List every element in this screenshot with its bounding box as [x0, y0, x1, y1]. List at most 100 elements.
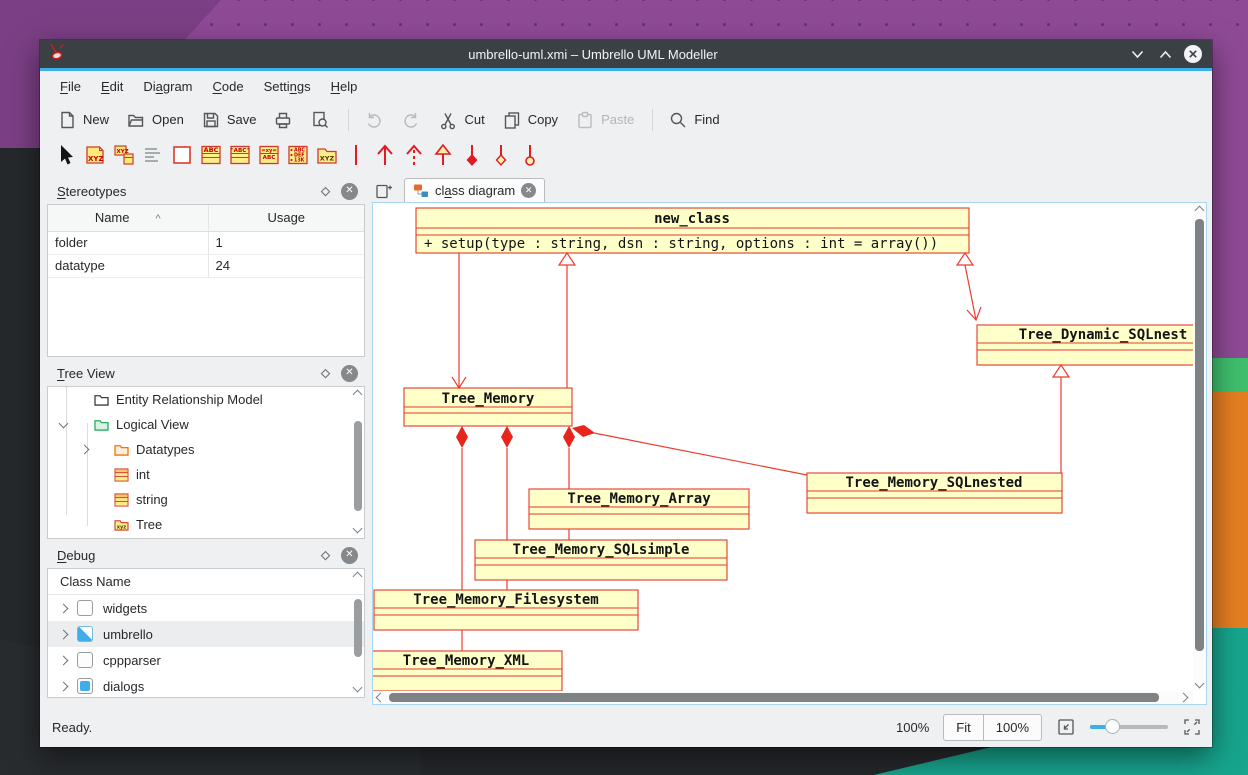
- class-box-tree-memory-xml[interactable]: Tree_Memory_XML: [373, 651, 562, 691]
- close-panel-icon[interactable]: ✕: [341, 183, 358, 200]
- scroll-right-icon[interactable]: [1179, 693, 1189, 703]
- tree-item-entity-relationship-model[interactable]: Entity Relationship Model: [48, 387, 364, 412]
- scrollbar-thumb[interactable]: [354, 599, 362, 657]
- class-tool[interactable]: ABC: [197, 141, 224, 168]
- close-panel-icon[interactable]: ✕: [341, 365, 358, 382]
- new-tab-button[interactable]: [372, 180, 396, 202]
- package-tool[interactable]: XYZ: [313, 141, 340, 168]
- debug-scrollbar[interactable]: [353, 571, 363, 695]
- float-panel-icon[interactable]: [319, 185, 332, 198]
- menu-edit[interactable]: Edit: [91, 74, 133, 99]
- expander-open-icon[interactable]: [59, 419, 69, 429]
- scrollbar-thumb[interactable]: [354, 421, 362, 511]
- new-button[interactable]: New: [50, 106, 116, 134]
- titlebar[interactable]: umbrello-uml.xmi – Umbrello UML Modeller: [40, 40, 1212, 68]
- open-button[interactable]: Open: [119, 106, 191, 134]
- class-box-tree-dynamic-sqlnest[interactable]: Tree_Dynamic_SQLnest: [977, 325, 1193, 365]
- scroll-up-icon[interactable]: [1195, 206, 1205, 216]
- debug-item-dialogs[interactable]: dialogs: [48, 673, 364, 698]
- column-header-usage[interactable]: Usage: [208, 205, 364, 231]
- class-box-tree-memory-filesystem[interactable]: Tree_Memory_Filesystem: [374, 590, 638, 630]
- select-tool[interactable]: [52, 141, 79, 168]
- menu-help[interactable]: Help: [321, 74, 368, 99]
- expander-closed-icon[interactable]: [80, 445, 90, 455]
- expander-closed-icon[interactable]: [59, 603, 69, 613]
- checkbox-unchecked[interactable]: [77, 652, 93, 668]
- association-tool[interactable]: [342, 141, 369, 168]
- menu-diagram[interactable]: Diagram: [133, 74, 202, 99]
- redo-button[interactable]: [394, 106, 428, 134]
- scrollbar-thumb[interactable]: [1195, 219, 1204, 651]
- canvas-vertical-scrollbar[interactable]: [1193, 203, 1206, 691]
- scroll-down-icon[interactable]: [353, 683, 363, 693]
- close-panel-icon[interactable]: ✕: [341, 547, 358, 564]
- scroll-down-icon[interactable]: [353, 524, 363, 534]
- scrollbar-thumb[interactable]: [389, 693, 1159, 702]
- checkbox-unchecked[interactable]: [77, 600, 93, 616]
- scroll-up-icon[interactable]: [353, 572, 363, 582]
- fullscreen-expand-icon[interactable]: [1182, 717, 1202, 737]
- minimize-button[interactable]: [1126, 43, 1148, 65]
- paste-button[interactable]: Paste: [568, 106, 641, 134]
- debug-column-header[interactable]: Class Name: [48, 569, 364, 595]
- text-tool[interactable]: [139, 141, 166, 168]
- zoom-slider[interactable]: [1090, 718, 1168, 736]
- maximize-button[interactable]: [1154, 43, 1176, 65]
- close-button[interactable]: [1182, 43, 1204, 65]
- datatype-tool[interactable]: =xy=ABC: [255, 141, 282, 168]
- anchor-tool[interactable]: [516, 141, 543, 168]
- generalization-tool[interactable]: [429, 141, 456, 168]
- column-header-name[interactable]: Name^: [48, 205, 208, 231]
- composition-treememory-sqlnested[interactable]: [594, 433, 807, 475]
- table-row[interactable]: folder1: [48, 231, 364, 254]
- generalization-treedynamic-newclass[interactable]: [965, 265, 976, 320]
- zoom-100-button[interactable]: 100%: [983, 715, 1041, 740]
- expander-closed-icon[interactable]: [59, 629, 69, 639]
- class-box-tree-memory-sqlnested[interactable]: Tree_Memory_SQLnested: [807, 473, 1062, 513]
- tree-item-logical-view[interactable]: Logical View: [48, 412, 364, 437]
- tree-item-tree[interactable]: xyz Tree: [48, 512, 364, 537]
- save-button[interactable]: Save: [194, 106, 264, 134]
- checkbox-partial[interactable]: [77, 626, 93, 642]
- float-panel-icon[interactable]: [319, 549, 332, 562]
- tree-view-scrollbar[interactable]: [353, 389, 363, 536]
- debug-panel-header[interactable]: Debug ✕: [47, 542, 365, 568]
- debug-item-cppparser[interactable]: cppparser: [48, 647, 364, 673]
- diagram-canvas[interactable]: new_class + setup(type : string, dsn : s…: [372, 202, 1207, 705]
- stereotypes-panel-header[interactable]: Stereotypes ✕: [47, 178, 365, 204]
- fit-page-icon[interactable]: [1056, 717, 1076, 737]
- copy-button[interactable]: Copy: [495, 106, 565, 134]
- aggregation-tool[interactable]: [487, 141, 514, 168]
- class-box-new-class[interactable]: new_class + setup(type : string, dsn : s…: [416, 208, 969, 253]
- checkbox-checked[interactable]: [77, 678, 93, 694]
- expander-closed-icon[interactable]: [59, 655, 69, 665]
- interface-tool[interactable]: "ABC": [226, 141, 253, 168]
- composition-tool[interactable]: [458, 141, 485, 168]
- uniassociation-tool[interactable]: [371, 141, 398, 168]
- expander-closed-icon[interactable]: [59, 681, 69, 691]
- tab-class-diagram[interactable]: class diagram ✕: [404, 178, 545, 202]
- cut-button[interactable]: Cut: [431, 106, 491, 134]
- print-preview-button[interactable]: [303, 106, 337, 134]
- fit-button[interactable]: Fit: [944, 715, 982, 740]
- tree-item-datatypes[interactable]: Datatypes: [48, 437, 364, 462]
- object-tool[interactable]: XYZ: [81, 141, 108, 168]
- close-tab-icon[interactable]: ✕: [521, 183, 536, 198]
- instance-tool[interactable]: XYZ: [110, 141, 137, 168]
- tree-view-panel-header[interactable]: Tree View ✕: [47, 360, 365, 386]
- menu-file[interactable]: File: [50, 74, 91, 99]
- scroll-left-icon[interactable]: [376, 693, 386, 703]
- canvas-horizontal-scrollbar[interactable]: [373, 691, 1193, 704]
- scroll-down-icon[interactable]: [1195, 679, 1205, 689]
- debug-item-umbrello[interactable]: umbrello: [48, 621, 364, 647]
- tree-item-int[interactable]: int: [48, 462, 364, 487]
- menu-code[interactable]: Code: [203, 74, 254, 99]
- scroll-up-icon[interactable]: [353, 390, 363, 400]
- undo-button[interactable]: [357, 106, 391, 134]
- class-box-tree-memory[interactable]: Tree_Memory: [404, 388, 572, 426]
- tree-item-string[interactable]: string: [48, 487, 364, 512]
- class-box-tree-memory-array[interactable]: Tree_Memory_Array: [529, 489, 749, 529]
- menu-settings[interactable]: Settings: [254, 74, 321, 99]
- slider-knob[interactable]: [1105, 719, 1120, 734]
- class-box-tree-memory-sqlsimple[interactable]: Tree_Memory_SQLsimple: [475, 540, 727, 580]
